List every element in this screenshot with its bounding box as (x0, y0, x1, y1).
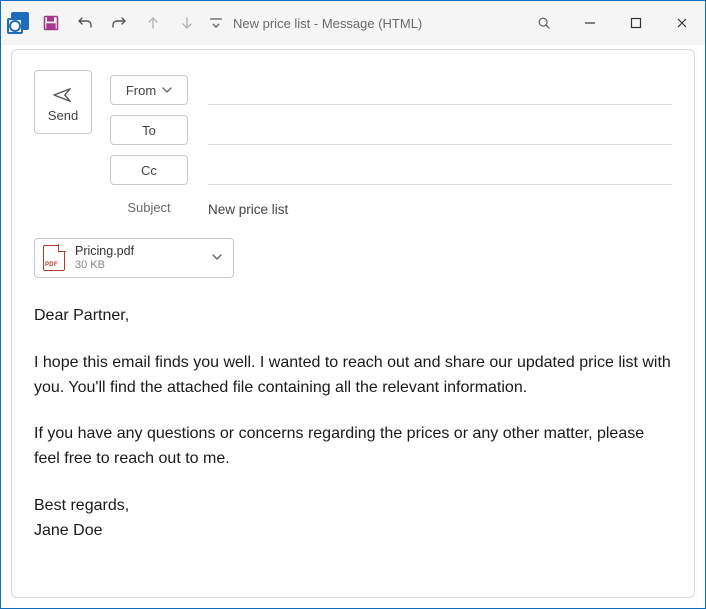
cc-field[interactable] (208, 155, 672, 185)
chevron-down-icon (162, 85, 172, 95)
attachment-name: Pricing.pdf (75, 244, 197, 258)
attachments-area: PDF Pricing.pdf 30 KB (12, 224, 694, 278)
from-field[interactable] (208, 75, 672, 105)
cc-label: Cc (141, 163, 157, 178)
send-icon (52, 86, 74, 104)
to-field[interactable] (208, 115, 672, 145)
from-label: From (126, 83, 156, 98)
to-label: To (142, 123, 156, 138)
from-button[interactable]: From (110, 75, 188, 105)
previous-item-icon[interactable] (139, 9, 167, 37)
body-sender: Jane Doe (34, 519, 672, 544)
to-button[interactable]: To (110, 115, 188, 145)
minimize-button[interactable] (567, 1, 613, 45)
chevron-down-icon (211, 251, 223, 263)
subject-label: Subject (110, 200, 188, 215)
save-icon[interactable] (37, 9, 65, 37)
next-item-icon[interactable] (173, 9, 201, 37)
attachment-size: 30 KB (75, 259, 197, 272)
body-signoff: Best regards, (34, 494, 672, 519)
compose-card: Send From To C (11, 49, 695, 598)
outlook-compose-window: New price list - Message (HTML) Send (0, 0, 706, 609)
body-paragraph: If you have any questions or concerns re… (34, 422, 672, 472)
window-title: New price list - Message (HTML) (233, 16, 422, 31)
body-paragraph: I hope this email finds you well. I want… (34, 351, 672, 401)
customize-toolbar-icon[interactable] (207, 9, 225, 37)
compose-header: Send From To C (12, 50, 694, 224)
subject-field[interactable]: New price list (208, 192, 672, 223)
send-button[interactable]: Send (34, 70, 92, 134)
quick-access-toolbar (7, 9, 225, 37)
undo-icon[interactable] (71, 9, 99, 37)
message-body[interactable]: Dear Partner, I hope this email finds yo… (12, 278, 694, 554)
cc-button[interactable]: Cc (110, 155, 188, 185)
titlebar: New price list - Message (HTML) (1, 1, 705, 45)
body-greeting: Dear Partner, (34, 304, 672, 329)
redo-icon[interactable] (105, 9, 133, 37)
send-label: Send (48, 108, 78, 123)
close-button[interactable] (659, 1, 705, 45)
outlook-app-icon (7, 12, 31, 34)
attachment-menu-button[interactable] (207, 246, 227, 270)
pdf-file-icon: PDF (43, 245, 65, 271)
attachment-chip[interactable]: PDF Pricing.pdf 30 KB (34, 238, 234, 278)
maximize-button[interactable] (613, 1, 659, 45)
search-icon[interactable] (521, 1, 567, 45)
